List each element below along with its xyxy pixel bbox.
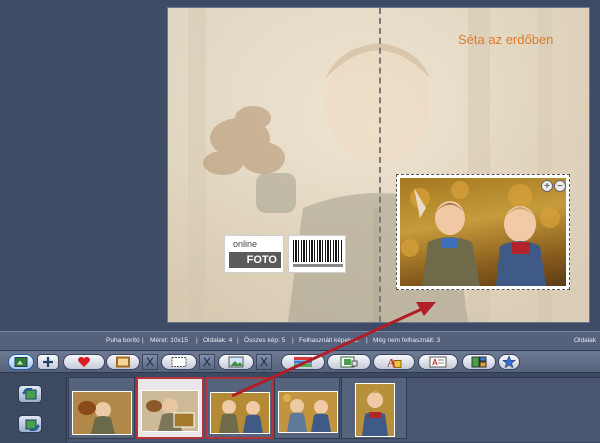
remove-border-button[interactable]: X — [199, 354, 215, 370]
color-bars-icon — [294, 357, 312, 367]
layout-button[interactable] — [462, 354, 496, 370]
thumbnail-1[interactable] — [68, 377, 135, 439]
cover-page[interactable]: Séta az erdőben online FOTO + − — [168, 8, 589, 322]
photo-frame-icon — [340, 356, 358, 368]
text-a-icon: A — [387, 356, 402, 369]
add-button[interactable] — [37, 354, 59, 370]
filmstrip — [0, 373, 600, 443]
toolbar: X X X A A — [0, 351, 600, 373]
status-pages: Oldalak: 4 — [203, 337, 233, 344]
left-margin — [0, 0, 168, 330]
status-separator: | — [142, 337, 144, 344]
remove-frame-button[interactable]: X — [142, 354, 158, 370]
status-unused-images: Még nem felhasznált: 3 — [373, 337, 441, 344]
rotate-left-icon — [22, 388, 37, 400]
workspace-canvas: Séta az erdőben online FOTO + − — [0, 0, 600, 330]
zoom-in-icon[interactable]: + — [541, 180, 553, 192]
status-cover-type: Puha borító — [106, 337, 140, 344]
thumb-photo-3 — [211, 393, 269, 433]
text-style-button[interactable]: A — [373, 354, 415, 370]
svg-text:A: A — [432, 358, 438, 367]
thumbnail-2[interactable] — [136, 377, 204, 439]
status-used-images: Felhasznált képek: 2 — [299, 337, 359, 344]
image-button[interactable] — [218, 354, 254, 370]
two-kids-photo — [401, 181, 560, 286]
layout-icon — [471, 356, 487, 368]
star-icon — [502, 355, 516, 369]
status-bar: Puha borító | Méret: 10x15 | Oldalak: 4 … — [0, 331, 600, 351]
image-icon — [228, 356, 244, 368]
thumbnail-5[interactable] — [341, 377, 407, 439]
thumb-photo-1 — [73, 392, 131, 434]
page-plus-icon — [14, 357, 28, 367]
thumb-photo-5 — [356, 384, 394, 436]
spine-fold-line — [379, 8, 381, 322]
frame-icon — [116, 356, 130, 368]
dashed-border-icon — [171, 357, 187, 367]
photo-frame-button[interactable] — [327, 354, 371, 370]
status-size: Méret: 10x15 — [150, 337, 188, 344]
logo-small-text: online — [233, 239, 258, 249]
cover-title[interactable]: Séta az erdőben — [458, 32, 553, 47]
thumbnail-3[interactable] — [205, 377, 273, 439]
placed-photo[interactable] — [400, 178, 566, 286]
color-bars-button[interactable] — [281, 354, 325, 370]
thumb-photo-2 — [142, 391, 198, 431]
barcode — [288, 235, 346, 273]
heart-icon — [78, 356, 90, 367]
placed-photo-frame[interactable]: + − — [396, 174, 570, 290]
status-separator: | — [237, 337, 239, 344]
remove-image-button[interactable]: X — [256, 354, 272, 370]
barcode-bars — [293, 240, 343, 262]
logo-big-text: FOTO — [229, 252, 281, 268]
barcode-digits — [293, 264, 343, 267]
border-button[interactable] — [161, 354, 197, 370]
zoom-out-icon[interactable]: − — [554, 180, 566, 192]
add-page-button[interactable] — [8, 354, 34, 370]
rotate-left-button[interactable] — [18, 385, 42, 403]
text-box-icon: A — [429, 356, 447, 368]
status-pages-label: Oldalak — [574, 337, 597, 344]
frame-button[interactable] — [106, 354, 140, 370]
svg-text:A: A — [387, 356, 396, 369]
favorite-button[interactable] — [63, 354, 105, 370]
thumb-photo-4 — [279, 392, 337, 432]
status-total-images: Összes kép: 5 — [244, 337, 286, 344]
text-box-button[interactable]: A — [418, 354, 458, 370]
star-button[interactable] — [498, 354, 520, 370]
online-foto-logo: online FOTO — [224, 235, 284, 273]
status-separator: | — [292, 337, 294, 344]
rotate-right-button[interactable] — [18, 415, 42, 433]
thumbnail-4[interactable] — [274, 377, 340, 439]
status-separator: | — [366, 337, 368, 344]
status-separator: | — [196, 337, 198, 344]
plus-icon — [43, 357, 53, 367]
rotate-right-icon — [25, 419, 40, 431]
